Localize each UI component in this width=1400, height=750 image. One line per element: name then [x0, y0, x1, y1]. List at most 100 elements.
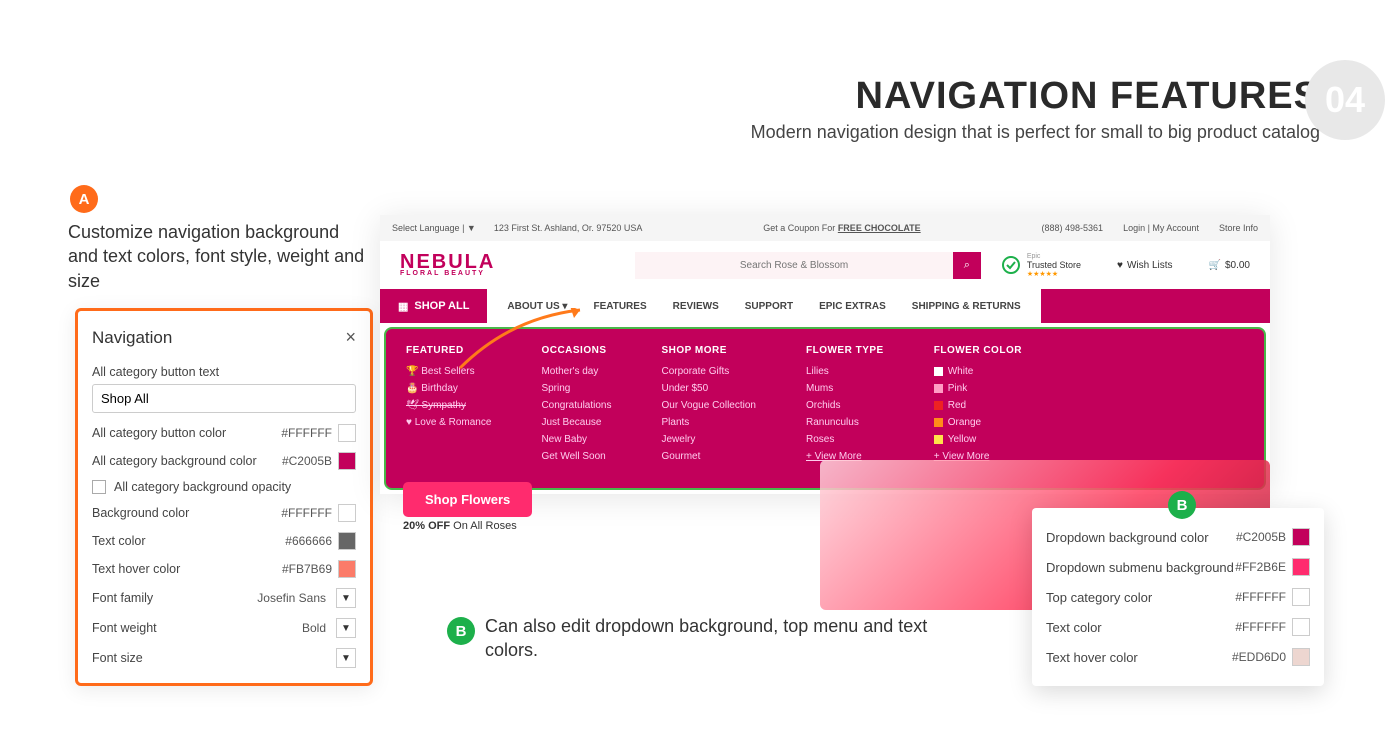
mega-link[interactable]: Orchids — [806, 400, 884, 411]
color-value: #C2005B — [282, 454, 332, 468]
mega-heading: FLOWER TYPE — [806, 345, 884, 356]
nav-item[interactable]: EPIC EXTRAS — [819, 301, 886, 312]
badge-b: B — [447, 617, 475, 645]
main-nav: ABOUT US ▾ FEATURES REVIEWS SUPPORT EPIC… — [487, 289, 1040, 323]
panel-title: Navigation — [92, 328, 172, 348]
mega-link[interactable]: Lilies — [806, 366, 884, 377]
address: 123 First St. Ashland, Or. 97520 USA — [494, 223, 643, 233]
color-swatch[interactable] — [1292, 618, 1310, 636]
color-value: #666666 — [285, 534, 332, 548]
field-label: Dropdown submenu background — [1046, 560, 1235, 575]
badge-b: B — [1168, 491, 1196, 519]
field-label: Text hover color — [1046, 650, 1232, 665]
field-label: All category background color — [92, 454, 282, 468]
cart-link[interactable]: 🛒 $0.00 — [1209, 260, 1250, 271]
nav-item[interactable]: ABOUT US ▾ — [507, 301, 567, 312]
page-subtitle: Modern navigation design that is perfect… — [751, 122, 1320, 143]
mega-link[interactable]: Ranunculus — [806, 417, 884, 428]
color-swatch[interactable] — [1292, 528, 1310, 546]
mega-link[interactable]: Mums — [806, 383, 884, 394]
coupon-text: Get a Coupon For — [763, 223, 838, 233]
color-value: #FFFFFF — [1235, 620, 1286, 634]
mega-link[interactable]: Pink — [934, 383, 1022, 394]
mega-link[interactable]: Get Well Soon — [541, 451, 611, 462]
mega-link[interactable]: Spring — [541, 383, 611, 394]
nav-item[interactable]: FEATURES — [593, 301, 646, 312]
mega-link[interactable]: New Baby — [541, 434, 611, 445]
mega-link[interactable]: ♥ Love & Romance — [406, 417, 491, 428]
section-a-text: Customize navigation background and text… — [68, 220, 368, 293]
mega-link[interactable]: Jewelry — [661, 434, 756, 445]
mega-link[interactable]: Gourmet — [661, 451, 756, 462]
store-info-link[interactable]: Store Info — [1219, 223, 1258, 233]
login-link[interactable]: Login | My Account — [1123, 223, 1199, 233]
search-input[interactable] — [635, 252, 952, 279]
coupon-link[interactable]: FREE CHOCOLATE — [838, 223, 921, 233]
color-swatch[interactable] — [338, 452, 356, 470]
mega-link[interactable]: Mother's day — [541, 366, 611, 377]
color-swatch[interactable] — [1292, 648, 1310, 666]
mega-link[interactable]: Plants — [661, 417, 756, 428]
mega-heading: SHOP MORE — [661, 345, 756, 356]
field-label: Font size — [92, 651, 332, 665]
color-value: #FFFFFF — [1235, 590, 1286, 604]
badge-a: A — [70, 185, 98, 213]
color-value: #FFFFFF — [281, 426, 332, 440]
shop-all-button[interactable]: ▦SHOP ALL — [380, 289, 487, 323]
mega-heading: FLOWER COLOR — [934, 345, 1022, 356]
field-label: All category button color — [92, 426, 281, 440]
shop-flowers-button[interactable]: Shop Flowers — [403, 482, 532, 517]
section-number: 04 — [1305, 60, 1385, 140]
color-swatch[interactable] — [338, 424, 356, 442]
color-swatch[interactable] — [1292, 558, 1310, 576]
nav-item[interactable]: REVIEWS — [673, 301, 719, 312]
color-value: #C2005B — [1236, 530, 1286, 544]
color-value: #FF2B6E — [1235, 560, 1286, 574]
font-value: Bold — [302, 621, 326, 635]
color-swatch[interactable] — [338, 560, 356, 578]
mega-link[interactable]: Our Vogue Collection — [661, 400, 756, 411]
language-selector[interactable]: Select Language | ▼ — [392, 223, 476, 233]
mega-link[interactable]: Yellow — [934, 434, 1022, 445]
section-b-text: Can also edit dropdown background, top m… — [485, 614, 965, 663]
mega-link[interactable]: Congratulations — [541, 400, 611, 411]
opacity-checkbox[interactable] — [92, 480, 106, 494]
field-label: Top category color — [1046, 590, 1235, 605]
mega-link[interactable]: Under $50 — [661, 383, 756, 394]
phone: (888) 498-5361 — [1042, 223, 1104, 233]
category-text-input[interactable] — [92, 384, 356, 413]
mega-link[interactable]: Roses — [806, 434, 884, 445]
logo[interactable]: NEBULAFLORAL BEAUTY — [400, 254, 495, 277]
mega-link[interactable]: White — [934, 366, 1022, 377]
nav-item[interactable]: SHIPPING & RETURNS — [912, 301, 1021, 312]
mega-link[interactable]: Orange — [934, 417, 1022, 428]
nav-item[interactable]: SUPPORT — [745, 301, 793, 312]
mega-link[interactable]: Just Because — [541, 417, 611, 428]
wishlist-link[interactable]: ♥ Wish Lists — [1117, 260, 1173, 271]
field-label: All category button text — [92, 365, 356, 379]
dropdown-button[interactable]: ▼ — [336, 618, 356, 638]
dropdown-button[interactable]: ▼ — [336, 648, 356, 668]
color-value: #EDD6D0 — [1232, 650, 1286, 664]
mega-heading: OCCASIONS — [541, 345, 611, 356]
mega-link[interactable]: Red — [934, 400, 1022, 411]
color-swatch[interactable] — [338, 532, 356, 550]
color-value: #FFFFFF — [281, 506, 332, 520]
promo-text: 20% OFF On All Roses — [403, 520, 517, 532]
field-label: Dropdown background color — [1046, 530, 1236, 545]
search-button[interactable]: ⌕ — [953, 252, 981, 279]
mega-link[interactable]: 🎂 Birthday — [406, 383, 491, 394]
dropdown-button[interactable]: ▼ — [336, 588, 356, 608]
field-label: Text hover color — [92, 562, 282, 576]
trusted-badge: EpicTrusted Store★★★★★ — [1001, 253, 1081, 278]
color-swatch[interactable] — [1292, 588, 1310, 606]
close-icon[interactable]: × — [345, 327, 356, 348]
mega-heading: FEATURED — [406, 345, 491, 356]
field-label: All category background opacity — [114, 480, 356, 494]
field-label: Text color — [92, 534, 285, 548]
color-swatch[interactable] — [338, 504, 356, 522]
mega-link[interactable]: 🕊 Sympathy — [406, 400, 491, 411]
field-label: Font weight — [92, 621, 302, 635]
mega-link[interactable]: 🏆 Best Sellers — [406, 366, 491, 377]
mega-link[interactable]: Corporate Gifts — [661, 366, 756, 377]
